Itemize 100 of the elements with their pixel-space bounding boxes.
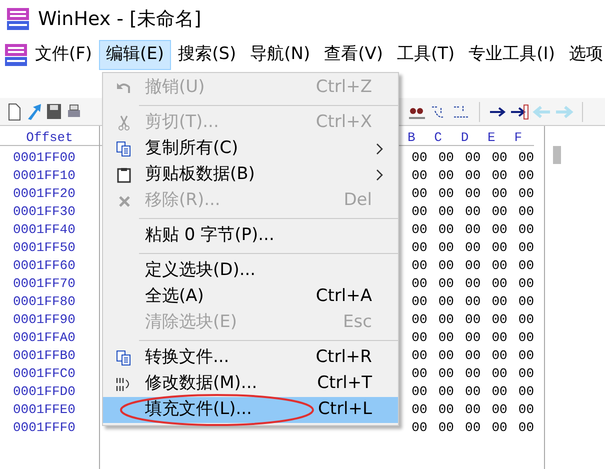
byte-cell-text: 00 [464, 383, 481, 400]
menu-option[interactable]: 复制所有(C) [103, 136, 398, 162]
byte-cell-text: 00 [517, 419, 534, 436]
offset-cell-text: 0001FF40 [12, 221, 76, 238]
byte-cell-text: 00 [437, 167, 454, 184]
menu-item[interactable]: 搜索(S) [171, 40, 244, 70]
offset-cell-text: 0001FF90 [12, 311, 76, 328]
byte-cell-text: 00 [490, 203, 508, 220]
byte-cell-text: 00 [464, 365, 481, 382]
byte-cell-text: 00 [517, 311, 534, 328]
byte-cell-text: 00 [517, 149, 534, 166]
byte-cell-text: 00 [464, 329, 481, 346]
byte-cell-text: 00 [437, 365, 454, 382]
byte-cell-text: 00 [517, 275, 534, 292]
byte-cell-text: 00 [464, 203, 481, 220]
byte-cell-text: 00 [464, 149, 481, 166]
byte-cell-text: 00 [410, 185, 428, 202]
byte-cell-text: 00 [517, 347, 534, 364]
menu-option[interactable]: 填充文件(L)... Ctrl+L [103, 397, 398, 423]
byte-cell-text: 00 [490, 257, 508, 274]
menu-item[interactable]: 专业工具(I) [462, 40, 562, 70]
byte-cell-text: 00 [464, 275, 481, 292]
byte-cell-text: 00 [517, 329, 534, 346]
byte-cell-text: 00 [464, 167, 481, 184]
byte-cell-text: 00 [464, 239, 481, 256]
byte-cell-text: 00 [490, 329, 508, 346]
byte-cell-text: 00 [517, 203, 534, 220]
byte-cell-text: 00 [490, 149, 508, 166]
byte-cell-text: 00 [410, 167, 428, 184]
byte-cell-text: 00 [437, 311, 454, 328]
offset-cell-text: 0001FF20 [12, 185, 76, 202]
offset-cell-text: 0001FFE0 [12, 401, 76, 418]
byte-cell-text: 00 [490, 293, 508, 310]
byte-cell-text: 00 [437, 221, 454, 238]
byte-cell-text: 00 [490, 185, 508, 202]
byte-cell-text: 00 [437, 329, 454, 346]
byte-cell-text: 00 [437, 185, 454, 202]
column-header: C [433, 129, 443, 145]
byte-cell-text: 00 [517, 239, 534, 256]
byte-cell-text: 00 [437, 275, 454, 292]
byte-cell-text: 00 [410, 329, 428, 346]
byte-cell-text: 00 [437, 401, 454, 418]
menu-option[interactable]: 全选(A) Ctrl+A [103, 284, 398, 310]
byte-cell-text: 00 [490, 383, 508, 400]
menu-item[interactable]: 查看(V) [317, 40, 390, 70]
byte-cell-text: 00 [410, 293, 428, 310]
byte-cell-text: 00 [464, 419, 481, 436]
menu-option[interactable]: 转换文件... Ctrl+R [103, 345, 398, 371]
column-header: B [406, 129, 416, 145]
byte-cell-text: 00 [410, 347, 428, 364]
byte-cell-text: 00 [410, 365, 428, 382]
byte-cell-text: 00 [437, 257, 454, 274]
byte-cell-text: 00 [517, 221, 534, 238]
byte-cell-text: 00 [410, 401, 428, 418]
menu-item[interactable]: 选项 [562, 40, 605, 70]
byte-cell-text: 00 [464, 221, 481, 238]
byte-cell-text: 00 [490, 347, 508, 364]
byte-cell-text: 00 [464, 347, 481, 364]
byte-cell-text: 00 [437, 239, 454, 256]
menu-item[interactable]: 编辑(E) [99, 40, 172, 70]
offset-cell-text: 0001FF60 [12, 257, 76, 274]
menu-option[interactable]: 定义选块(D)... [103, 258, 398, 284]
byte-cell-text: 00 [437, 383, 454, 400]
offset-cell-text: 0001FF00 [12, 149, 76, 166]
byte-cell-text: 00 [517, 167, 534, 184]
byte-cell-text: 00 [490, 401, 508, 418]
offset-cell-text: 0001FF10 [12, 167, 76, 184]
byte-cell-text: 00 [464, 401, 481, 418]
byte-cell-text: 00 [517, 185, 534, 202]
menu-option[interactable]: 粘贴 0 字节(P)... [103, 223, 398, 249]
byte-cell-text: 00 [490, 365, 508, 382]
offset-cell-text: 0001FF50 [12, 239, 76, 256]
byte-cell-text: 00 [437, 203, 454, 220]
byte-cell-text: 00 [517, 257, 534, 274]
menu-option[interactable]: 剪贴板数据(B) [103, 162, 398, 188]
byte-cell-text: 00 [490, 167, 508, 184]
offset-cell-text: 0001FFF0 [12, 419, 76, 436]
column-header: Offset [0, 126, 99, 146]
offset-cell-text: 0001FF80 [12, 293, 76, 310]
byte-cell-text: 00 [490, 275, 508, 292]
offset-cell-text: 0001FF30 [12, 203, 76, 220]
menu-option[interactable]: 修改数据(M)... Ctrl+T [103, 371, 398, 397]
byte-cell-text: 00 [517, 401, 534, 418]
menu-item[interactable]: 导航(N) [243, 40, 318, 70]
menu-item[interactable]: 工具(T) [390, 40, 462, 70]
offset-cell-text: 0001FFC0 [12, 365, 76, 382]
byte-cell-text: 00 [410, 419, 428, 436]
byte-cell-text: 00 [437, 347, 454, 364]
byte-cell-text: 00 [410, 311, 428, 328]
menu-item[interactable]: 文件(F) [28, 40, 100, 70]
byte-cell-text: 00 [437, 293, 454, 310]
byte-cell-text: 00 [490, 311, 508, 328]
byte-cell-text: 00 [437, 149, 454, 166]
byte-cell-text: 00 [464, 257, 481, 274]
window-title: WinHex - [未命名] [38, 6, 202, 32]
byte-cell-text: 00 [410, 383, 428, 400]
byte-cell-text: 00 [490, 419, 508, 436]
byte-cell-text: 00 [464, 185, 481, 202]
byte-cell-text: 00 [437, 419, 454, 436]
offset-cell-text: 0001FF70 [12, 275, 76, 292]
